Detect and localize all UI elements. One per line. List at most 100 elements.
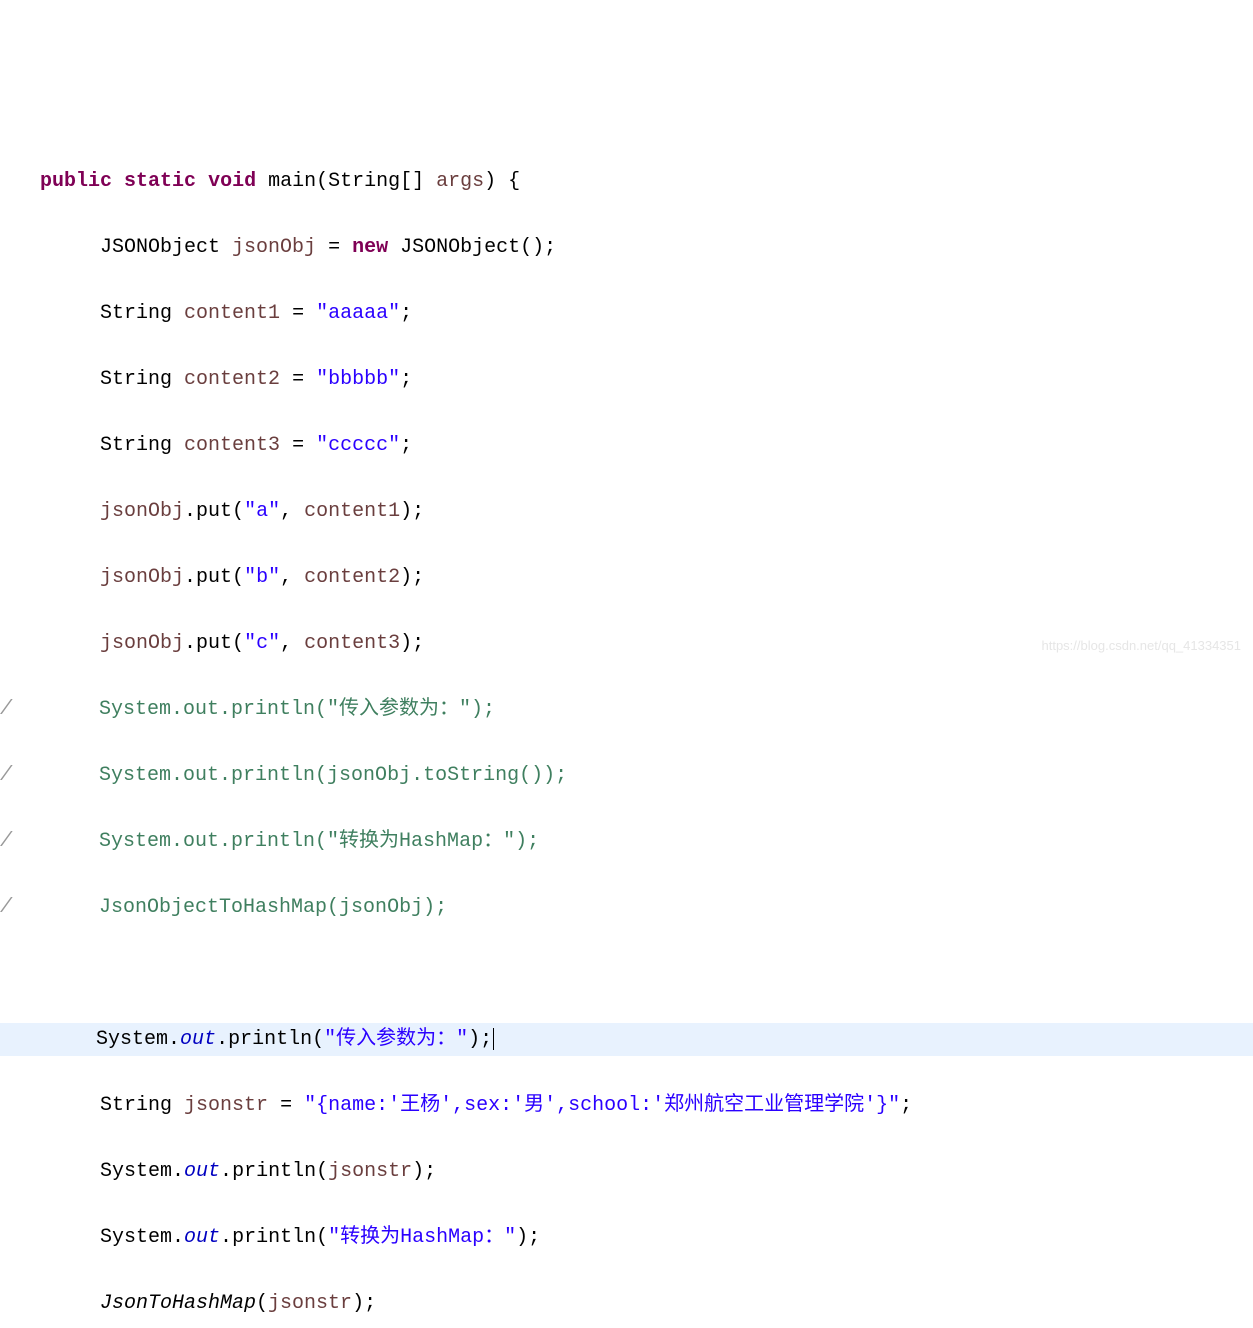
comment: System.out.println("传入参数为："); bbox=[99, 698, 495, 721]
punct: , bbox=[280, 566, 304, 589]
code-line: System.out.println("转换为HashMap："); bbox=[0, 1221, 1253, 1254]
punct: ; bbox=[900, 1094, 912, 1117]
method-call: put bbox=[196, 566, 232, 589]
code-line: String content1 = "aaaaa"; bbox=[0, 297, 1253, 330]
class-ref: System bbox=[96, 1028, 168, 1051]
code-line-commented: / System.out.println("传入参数为："); bbox=[0, 693, 1253, 726]
punct: = bbox=[328, 236, 352, 259]
punct: . bbox=[172, 1226, 184, 1249]
type: String bbox=[100, 434, 172, 457]
keyword-void: void bbox=[208, 170, 256, 193]
punct: . bbox=[220, 1160, 232, 1183]
code-line-blank bbox=[0, 957, 1253, 990]
punct: ; bbox=[400, 302, 412, 325]
punct: ) { bbox=[484, 170, 520, 193]
variable: jsonstr bbox=[328, 1160, 412, 1183]
type: String bbox=[100, 1094, 172, 1117]
punct: ( bbox=[312, 1028, 324, 1051]
punct: ( bbox=[232, 500, 244, 523]
punct: . bbox=[216, 1028, 228, 1051]
punct: . bbox=[172, 1160, 184, 1183]
static-field: out bbox=[184, 1160, 220, 1183]
punct: ( bbox=[232, 632, 244, 655]
string-literal: "ccccc" bbox=[316, 434, 400, 457]
code-line: jsonObj.put("b", content2); bbox=[0, 561, 1253, 594]
static-field: out bbox=[180, 1028, 216, 1051]
punct: ; bbox=[400, 434, 412, 457]
keyword-static: static bbox=[124, 170, 196, 193]
punct: = bbox=[292, 302, 316, 325]
static-method-call: JsonToHashMap bbox=[100, 1292, 256, 1315]
punct: ); bbox=[400, 632, 424, 655]
punct: (); bbox=[520, 236, 556, 259]
punct: , bbox=[280, 632, 304, 655]
punct: . bbox=[184, 500, 196, 523]
variable: jsonObj bbox=[100, 500, 184, 523]
code-line: String content2 = "bbbbb"; bbox=[0, 363, 1253, 396]
punct: . bbox=[184, 566, 196, 589]
gutter-marker: / bbox=[0, 693, 15, 726]
method-call: println bbox=[232, 1226, 316, 1249]
punct: ( bbox=[316, 170, 328, 193]
punct: ); bbox=[516, 1226, 540, 1249]
type: String bbox=[100, 368, 172, 391]
watermark: https://blog.csdn.net/qq_41334351 bbox=[1042, 635, 1242, 656]
punct: ; bbox=[400, 368, 412, 391]
string-literal: "bbbbb" bbox=[316, 368, 400, 391]
type: String bbox=[100, 302, 172, 325]
code-line: String jsonstr = "{name:'王杨',sex:'男',sch… bbox=[0, 1089, 1253, 1122]
punct: , bbox=[280, 500, 304, 523]
punct: . bbox=[168, 1028, 180, 1051]
code-line: jsonObj.put("a", content1); bbox=[0, 495, 1253, 528]
code-editor[interactable]: public static void main(String[] args) {… bbox=[0, 132, 1253, 1328]
string-literal: "转换为HashMap：" bbox=[328, 1226, 516, 1249]
punct: ); bbox=[400, 566, 424, 589]
punct: = bbox=[280, 1094, 304, 1117]
punct: . bbox=[220, 1226, 232, 1249]
gutter-marker: / bbox=[0, 825, 15, 858]
string-literal: "{name:'王杨',sex:'男',school:'郑州航空工业管理学院'}… bbox=[304, 1094, 900, 1117]
code-line-highlighted: System.out.println("传入参数为："); bbox=[0, 1023, 1253, 1056]
static-field: out bbox=[184, 1226, 220, 1249]
keyword-new: new bbox=[352, 236, 388, 259]
comment: System.out.println(jsonObj.toString()); bbox=[99, 764, 567, 787]
punct: ); bbox=[412, 1160, 436, 1183]
code-line-commented: / System.out.println("转换为HashMap："); bbox=[0, 825, 1253, 858]
class-ref: System bbox=[100, 1226, 172, 1249]
variable: content3 bbox=[184, 434, 280, 457]
gutter-marker: / bbox=[0, 759, 15, 792]
punct: = bbox=[292, 434, 316, 457]
gutter-marker: / bbox=[0, 891, 15, 924]
code-line: public static void main(String[] args) { bbox=[0, 165, 1253, 198]
punct: ); bbox=[468, 1028, 492, 1051]
variable: jsonstr bbox=[184, 1094, 268, 1117]
punct: ( bbox=[232, 566, 244, 589]
punct: ); bbox=[352, 1292, 376, 1315]
method-call: put bbox=[196, 500, 232, 523]
punct: . bbox=[184, 632, 196, 655]
variable: jsonstr bbox=[268, 1292, 352, 1315]
punct: ); bbox=[400, 500, 424, 523]
type: String bbox=[328, 170, 400, 193]
variable: args bbox=[436, 170, 484, 193]
method-call: println bbox=[228, 1028, 312, 1051]
cursor-icon bbox=[493, 1028, 494, 1050]
string-literal: "c" bbox=[244, 632, 280, 655]
comment: System.out.println("转换为HashMap："); bbox=[99, 830, 539, 853]
variable: jsonObj bbox=[100, 632, 184, 655]
variable: jsonObj bbox=[100, 566, 184, 589]
variable: content1 bbox=[184, 302, 280, 325]
string-literal: "b" bbox=[244, 566, 280, 589]
class-ref: System bbox=[100, 1160, 172, 1183]
constructor: JSONObject bbox=[400, 236, 520, 259]
code-line: String content3 = "ccccc"; bbox=[0, 429, 1253, 462]
variable: content1 bbox=[304, 500, 400, 523]
punct: ( bbox=[256, 1292, 268, 1315]
code-line-commented: / System.out.println(jsonObj.toString())… bbox=[0, 759, 1253, 792]
method-name: main bbox=[268, 170, 316, 193]
variable: content2 bbox=[304, 566, 400, 589]
string-literal: "a" bbox=[244, 500, 280, 523]
string-literal: "传入参数为：" bbox=[324, 1028, 468, 1051]
code-line: JsonToHashMap(jsonstr); bbox=[0, 1287, 1253, 1320]
keyword-public: public bbox=[40, 170, 112, 193]
